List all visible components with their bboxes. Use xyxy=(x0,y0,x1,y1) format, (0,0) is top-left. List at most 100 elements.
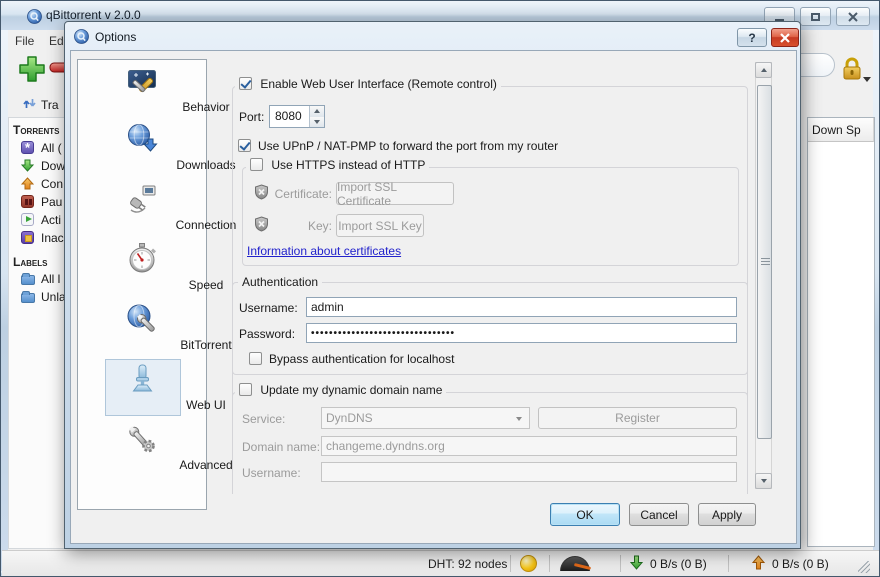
port-spin-down[interactable] xyxy=(309,117,324,128)
help-icon: ? xyxy=(748,31,755,45)
enable-webui-checkbox[interactable] xyxy=(239,77,252,90)
dialog-icon xyxy=(74,29,89,47)
column-header-down-speed[interactable]: Down Sp xyxy=(812,123,861,137)
dialog-title: Options xyxy=(95,30,136,44)
thumb-grip xyxy=(761,261,770,262)
dyndns-username-input[interactable] xyxy=(321,462,737,482)
dyndns-label: Update my dynamic domain name xyxy=(260,383,442,397)
spin-up-icon xyxy=(314,109,320,113)
alt-speed-gauge-icon[interactable] xyxy=(560,556,592,572)
upnp-checkbox[interactable] xyxy=(238,139,251,152)
upload-speed: 0 B/s (0 B) xyxy=(772,557,829,571)
filter-all-icon: * xyxy=(21,141,34,154)
username-label: Username: xyxy=(239,301,298,315)
register-button[interactable]: Register xyxy=(538,407,737,429)
service-value: DynDNS xyxy=(326,411,373,425)
menu-file[interactable]: File xyxy=(15,34,34,48)
statusbar-separator xyxy=(728,555,729,572)
https-label: Use HTTPS instead of HTTP xyxy=(271,158,425,172)
domain-name-label: Domain name: xyxy=(242,440,320,454)
transfers-tab-icon xyxy=(23,97,36,113)
dht-status: DHT: 92 nodes xyxy=(428,557,507,571)
options-scrollbar[interactable] xyxy=(755,62,772,489)
certificate-shield-icon xyxy=(254,184,269,203)
port-label: Port: xyxy=(239,110,264,124)
lock-icon[interactable] xyxy=(839,56,865,85)
service-label: Service: xyxy=(242,412,285,426)
connection-status-icon[interactable] xyxy=(520,555,537,572)
sidebar-item-bittorrent[interactable]: BitTorrent xyxy=(78,301,206,359)
thumb-grip xyxy=(761,258,770,259)
label-unlabeled[interactable]: Unla xyxy=(41,290,66,304)
filter-downloading[interactable]: Dow xyxy=(41,159,65,173)
resize-grip[interactable] xyxy=(858,561,870,573)
transfer-table: Down Sp xyxy=(807,117,875,547)
ok-button[interactable]: OK xyxy=(550,503,620,526)
port-spin-up[interactable] xyxy=(309,106,324,117)
screen: qBittorrent v 2.0.0 File Edit Tra Torren… xyxy=(0,0,880,577)
filter-paused[interactable]: Pau xyxy=(41,195,62,209)
dyndns-username-label: Username: xyxy=(242,466,301,480)
sidebar-item-behavior[interactable]: Behavior xyxy=(78,63,206,121)
spin-down-icon xyxy=(314,120,320,124)
port-value: 8080 xyxy=(275,109,302,123)
add-torrent-button[interactable] xyxy=(17,54,47,87)
service-combobox[interactable]: DynDNS xyxy=(321,407,530,429)
close-icon xyxy=(780,33,790,43)
scroll-down-button[interactable] xyxy=(755,473,772,489)
torrents-header: Torrents xyxy=(13,123,59,137)
filter-active[interactable]: Acti xyxy=(41,213,61,227)
webui-icon xyxy=(126,363,158,395)
dyndns-checkbox[interactable] xyxy=(239,383,252,396)
sidebar-item-connection[interactable]: Connection xyxy=(78,181,206,239)
port-spinbox[interactable]: 8080 xyxy=(269,105,325,128)
tab-transfers[interactable]: Tra xyxy=(41,98,59,112)
password-label: Password: xyxy=(239,327,295,341)
options-sidebar: Behavior Downloads xyxy=(77,59,207,510)
key-label: Key: xyxy=(270,219,332,233)
close-button[interactable] xyxy=(836,7,870,26)
main-window-title: qBittorrent v 2.0.0 xyxy=(46,8,141,22)
labels-header: Labels xyxy=(13,255,47,269)
import-ssl-key-button[interactable]: Import SSL Key xyxy=(336,214,424,237)
apply-button[interactable]: Apply xyxy=(698,503,756,526)
filter-inactive[interactable]: Inac xyxy=(41,231,64,245)
enable-webui-header: Enable Web User Interface (Remote contro… xyxy=(235,77,501,91)
enable-webui-label: Enable Web User Interface (Remote contro… xyxy=(260,77,497,91)
import-ssl-certificate-button[interactable]: Import SSL Certificate xyxy=(336,182,454,205)
download-speed: 0 B/s (0 B) xyxy=(650,557,707,571)
maximize-button[interactable] xyxy=(800,7,831,26)
maximize-icon xyxy=(811,13,820,21)
combo-arrow-icon xyxy=(516,417,522,421)
cancel-button[interactable]: Cancel xyxy=(629,503,689,526)
label-all[interactable]: All l xyxy=(41,272,60,286)
sidebar-item-downloads[interactable]: Downloads xyxy=(78,121,206,179)
dialog-close-button[interactable] xyxy=(771,28,799,47)
close-icon xyxy=(848,12,858,22)
password-input[interactable]: •••••••••••••••••••••••••••••••• xyxy=(306,323,737,343)
upload-arrow-icon xyxy=(752,555,765,573)
plus-icon xyxy=(17,54,47,84)
thumb-grip xyxy=(761,264,770,265)
statusbar-separator xyxy=(549,555,550,572)
sidebar-item-advanced[interactable]: Advanced xyxy=(78,421,206,479)
dialog-help-button[interactable]: ? xyxy=(737,28,767,47)
sidebar-item-webui[interactable]: Web UI xyxy=(78,361,206,419)
statusbar-separator xyxy=(510,555,511,572)
https-header: Use HTTPS instead of HTTP xyxy=(246,158,429,172)
window-frame-left xyxy=(1,30,8,571)
sidebar-item-speed[interactable]: Speed xyxy=(78,241,206,299)
bypass-auth-checkbox[interactable] xyxy=(249,352,262,365)
filter-completed[interactable]: Con xyxy=(41,177,63,191)
status-bar: DHT: 92 nodes 0 B/s (0 B) 0 B/s (0 B) xyxy=(2,550,880,576)
downloads-icon xyxy=(126,123,158,155)
https-checkbox[interactable] xyxy=(250,158,263,171)
behavior-icon xyxy=(126,65,158,97)
domain-name-input[interactable]: changeme.dyndns.org xyxy=(321,436,737,456)
filter-all[interactable]: All ( xyxy=(41,141,62,155)
certificates-info-link[interactable]: Information about certificates xyxy=(247,244,401,258)
username-input[interactable]: admin xyxy=(306,297,737,317)
scroll-up-button[interactable] xyxy=(755,62,772,78)
filter-active-icon xyxy=(21,213,34,226)
scrollbar-thumb[interactable] xyxy=(757,85,772,439)
